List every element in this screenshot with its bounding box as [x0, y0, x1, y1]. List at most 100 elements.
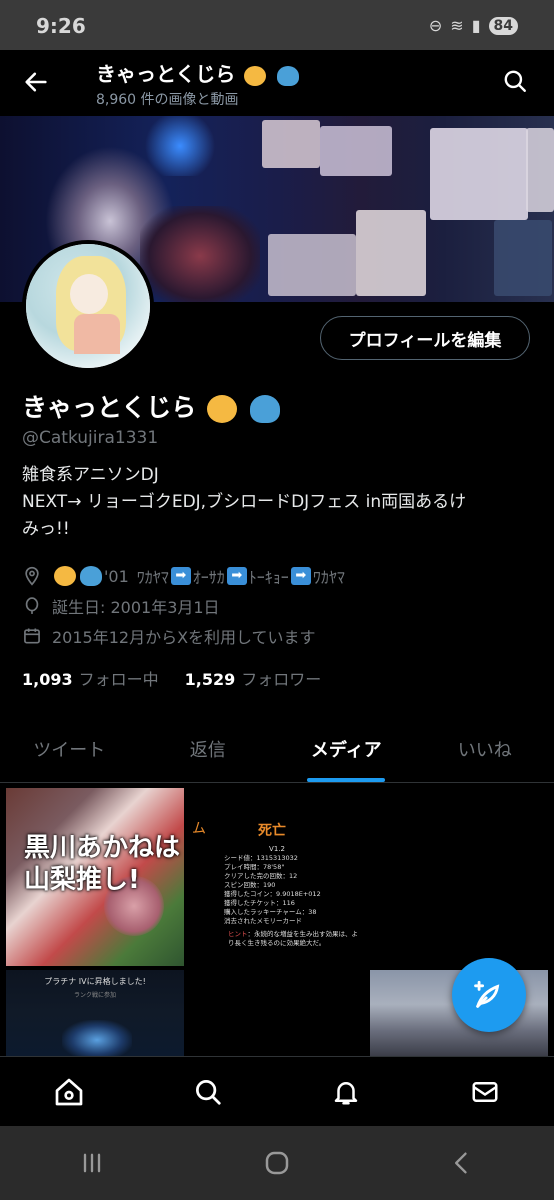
- following-link[interactable]: 1,093 フォロー中: [22, 666, 159, 690]
- stat-line: 購入したラッキーチャーム：38: [224, 908, 317, 916]
- hint-text: ヒント：永続的な増益を生み出す効果は、より長く生き残るのに効果絶大だ。: [228, 930, 358, 948]
- whale-emoji: [80, 566, 102, 586]
- avatar-face: [70, 274, 108, 314]
- back-button[interactable]: [442, 1143, 482, 1183]
- location-place: ﾜｶﾔﾏ: [312, 568, 345, 587]
- tab-tweets[interactable]: ツイート: [0, 716, 139, 782]
- whale-emoji: [249, 395, 280, 423]
- arrow-right-icon: ➡: [170, 567, 191, 585]
- chevron-left-icon: [454, 1152, 467, 1174]
- balloon-icon: [25, 597, 39, 614]
- user-handle: @Catkujira1331: [22, 428, 159, 448]
- tab-label: メディア: [310, 740, 382, 761]
- following-count: 1,093: [22, 670, 73, 689]
- bio: 雑食系アニソンDJ NEXT→ リョーゴクEDJ,ブシロードDJフェス in両国…: [22, 462, 532, 543]
- location-place: ﾄｰｷｮｰ: [248, 568, 289, 587]
- birthday-text: 誕生日: 2001年3月1日: [52, 598, 220, 617]
- banner-shirt: [140, 206, 260, 302]
- tab-label: ツイート: [33, 740, 106, 761]
- screen-mark: ム: [192, 821, 206, 837]
- follow-stats: 1,093 フォロー中 1,529 フォロワー: [22, 666, 321, 690]
- whale-emoji: [277, 65, 300, 86]
- join-date-text: 2015年12月からXを利用しています: [52, 628, 316, 647]
- bio-line: 雑食系アニソンDJ: [22, 465, 159, 485]
- battery-badge: 84: [488, 16, 518, 35]
- display-name: きゃっとくじら: [22, 388, 282, 424]
- signal-icon: ▮: [471, 16, 481, 35]
- stat-line: プレイ時間：78'58": [224, 863, 285, 871]
- mail-icon: [472, 1082, 498, 1102]
- active-tab-indicator: [307, 778, 386, 782]
- tab-media[interactable]: メディア: [277, 716, 416, 782]
- screen-title: 死亡: [258, 823, 286, 839]
- header-title: きゃっとくじら 8,960 件の画像と動画: [96, 58, 301, 109]
- followers-count: 1,529: [184, 670, 236, 689]
- status-time: 9:26: [36, 14, 86, 38]
- search-icon: [195, 1080, 221, 1105]
- tab-label: 返信: [189, 740, 226, 761]
- tab-replies[interactable]: 返信: [139, 716, 278, 782]
- caption-line: 山梨推し!: [24, 865, 140, 895]
- stat-line: スピン回数：190: [224, 881, 276, 889]
- stat-line: シード値：1315313032: [224, 854, 298, 862]
- stat-line: クリアした完の回数：12: [224, 872, 298, 880]
- location: '01 ﾜｶﾔﾏ ➡ ｵｰｻｶ ➡ ﾄｰｷｮｰ ➡ ﾜｶﾔﾏ: [22, 564, 345, 588]
- followers-link[interactable]: 1,529 フォロワー: [185, 666, 322, 690]
- caption-line: 黒川あかねは: [24, 833, 181, 863]
- location-place: ｵｰｻｶ: [192, 568, 225, 587]
- status-icons: ⊖ ≋ ▮ 84: [429, 16, 518, 35]
- recents-button[interactable]: [72, 1143, 112, 1183]
- cat-face-emoji: [54, 566, 76, 586]
- banner-card: [320, 126, 392, 176]
- arrow-right-icon: ➡: [226, 567, 247, 585]
- avatar[interactable]: [22, 240, 154, 372]
- compose-button[interactable]: [452, 958, 526, 1032]
- stat-line: 獲得したコイン：9.9018E+012: [224, 890, 321, 898]
- screen-version: V1.2: [269, 845, 285, 853]
- bottom-nav: [0, 1056, 554, 1127]
- banner-card: [494, 220, 552, 296]
- location-pin-icon: [25, 566, 39, 586]
- banner-card: [262, 120, 320, 168]
- cat-face-emoji: [244, 65, 267, 86]
- header-name: きゃっとくじら: [96, 58, 301, 87]
- following-label: フォロー中: [78, 670, 159, 689]
- home-icon: [55, 1078, 83, 1106]
- rank-emblem: [62, 1020, 132, 1056]
- media-tile[interactable]: ム 死亡 V1.2 シード値：1315313032 プレイ時間：78'58" ク…: [188, 788, 366, 966]
- media-tile[interactable]: [370, 788, 548, 966]
- banner-card: [526, 128, 554, 212]
- recents-icon: [84, 1153, 101, 1173]
- cat-face-emoji: [206, 395, 237, 423]
- nav-messages[interactable]: [468, 1075, 502, 1109]
- banner-card: [356, 210, 426, 296]
- media-tile[interactable]: プラチナ IVに昇格しました! ランク戦に参加: [6, 970, 184, 1056]
- arrow-left-icon[interactable]: [22, 68, 50, 96]
- wifi-icon: ≋: [450, 16, 464, 35]
- header-name-text: きゃっとくじら: [96, 62, 236, 86]
- calendar-icon: [24, 628, 40, 644]
- hint-label: ヒント: [228, 930, 248, 938]
- search-icon[interactable]: [502, 68, 528, 94]
- location-place: ﾜｶﾔﾏ: [136, 568, 169, 587]
- nav-search[interactable]: [191, 1075, 225, 1109]
- bio-line: みっ!!: [22, 519, 70, 539]
- birthday: 誕生日: 2001年3月1日: [22, 594, 220, 618]
- bio-line: NEXT→ リョーゴクEDJ,ブシロードDJフェス in両国あるけ: [22, 492, 467, 512]
- compose-icon: [474, 980, 500, 1008]
- media-caption: 黒川あかねは 山梨推し!: [24, 832, 180, 896]
- location-year: '01: [104, 566, 129, 586]
- rank-sub: ランク戦に参加: [73, 992, 116, 999]
- nav-home[interactable]: [52, 1075, 86, 1109]
- arrow-right-icon: ➡: [290, 567, 311, 585]
- nav-notifications[interactable]: [329, 1075, 363, 1109]
- edit-profile-button[interactable]: プロフィールを編集: [320, 316, 530, 360]
- status-bar: 9:26 ⊖ ≋ ▮ 84: [0, 0, 554, 50]
- rank-title: プラチナ IVに昇格しました!: [44, 977, 146, 986]
- home-button[interactable]: [257, 1143, 297, 1183]
- tab-likes[interactable]: いいね: [416, 716, 554, 782]
- bell-icon: [335, 1082, 358, 1105]
- profile-header: きゃっとくじら 8,960 件の画像と動画: [0, 50, 554, 116]
- media-tile[interactable]: 黒川あかねは 山梨推し!: [6, 788, 184, 966]
- stat-line: 消去されたメモリーカード: [224, 917, 302, 925]
